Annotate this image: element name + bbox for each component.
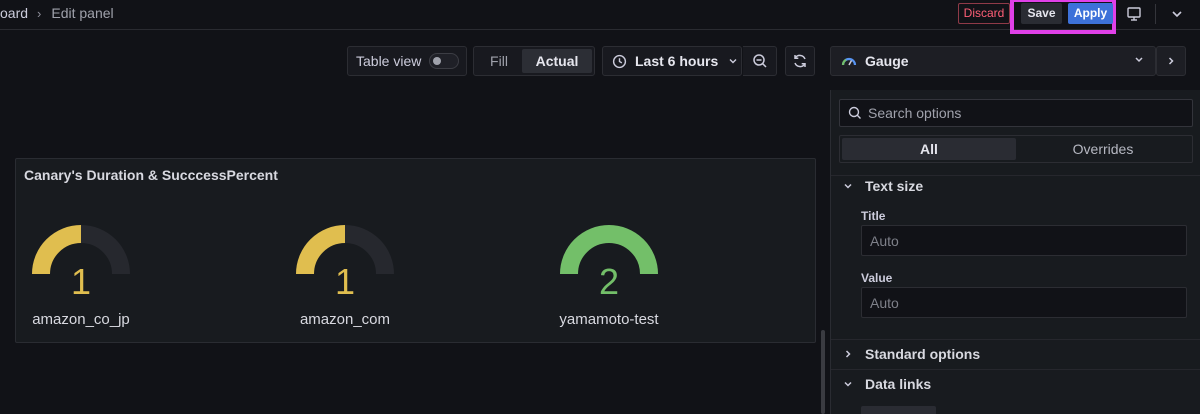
gauge-label: amazon_com	[299, 311, 391, 328]
fill-actual-segmented-control: Fill Actual	[473, 46, 595, 76]
tab-all[interactable]: All	[842, 138, 1016, 160]
chevron-right-icon: ›	[37, 5, 42, 21]
breadcrumb: oard › Edit panel	[0, 5, 114, 21]
panel-preview: Canary's Duration & SucccessPercent 1 am…	[15, 158, 816, 343]
value-field-label: Value	[861, 271, 893, 285]
gauge-amazon-co-jp: 1 amazon_co_jp	[31, 219, 151, 329]
time-range-label: Last 6 hours	[635, 53, 719, 69]
section-data-links[interactable]: Data links	[841, 376, 931, 392]
refresh-button[interactable]	[785, 46, 815, 76]
time-range-picker[interactable]: Last 6 hours	[602, 46, 742, 76]
chevron-down-icon	[844, 183, 852, 189]
chevron-down-icon	[1135, 57, 1143, 63]
discard-button[interactable]: Discard	[958, 3, 1010, 24]
search-icon	[848, 106, 861, 119]
gauge-amazon-com: 1 amazon_com	[295, 219, 415, 329]
gauge-icon	[841, 57, 857, 66]
tab-overrides[interactable]: Overrides	[1016, 138, 1190, 160]
panel-title: Canary's Duration & SucccessPercent	[24, 167, 278, 183]
section-title: Data links	[865, 376, 932, 392]
visualization-type-label: Gauge	[865, 53, 909, 69]
apply-button[interactable]: Apply	[1068, 3, 1113, 24]
title-size-placeholder: Auto	[870, 232, 899, 249]
fill-option[interactable]: Fill	[476, 49, 522, 73]
gauge-value: 1	[70, 261, 92, 302]
collapse-options-button[interactable]	[1156, 46, 1186, 76]
section-title: Text size	[865, 178, 924, 194]
options-tabs: All Overrides	[839, 135, 1193, 163]
section-title: Standard options	[865, 346, 981, 362]
gauge-yamamoto-test: 2 yamamoto-test	[559, 219, 679, 329]
title-field-label: Title	[861, 209, 886, 223]
chevron-down-icon	[729, 59, 737, 64]
actual-option[interactable]: Actual	[522, 49, 592, 73]
chevron-down-icon[interactable]	[1167, 4, 1187, 24]
save-button[interactable]: Save	[1021, 3, 1062, 24]
table-view-switch[interactable]	[429, 53, 460, 69]
zoom-out-button[interactable]	[743, 46, 777, 76]
clock-icon	[612, 54, 627, 68]
switch-knob	[433, 57, 442, 65]
top-bar: oard › Edit panel Discard Save Apply	[0, 0, 1200, 34]
table-view-label: Table view	[356, 53, 422, 69]
refresh-icon	[794, 54, 806, 68]
divider	[831, 339, 1200, 340]
zoom-out-icon	[752, 54, 767, 68]
kiosk-monitor-icon[interactable]	[1124, 4, 1144, 24]
gauge-value: 2	[598, 261, 620, 302]
search-options-input[interactable]: Search options	[839, 99, 1193, 127]
title-size-input[interactable]: Auto	[861, 225, 1187, 256]
chevron-right-icon	[1168, 57, 1174, 65]
section-text-size[interactable]: Text size	[841, 178, 923, 194]
value-size-placeholder: Auto	[870, 294, 899, 311]
add-link-button[interactable]	[861, 406, 936, 414]
section-standard-options[interactable]: Standard options	[841, 346, 980, 362]
value-size-input[interactable]: Auto	[861, 287, 1187, 318]
breadcrumb-dashboard[interactable]: oard	[0, 5, 28, 21]
gauge-value: 1	[334, 261, 356, 302]
gauge-label: yamamoto-test	[559, 311, 659, 328]
breadcrumb-edit-panel: Edit panel	[51, 5, 114, 21]
gauge-label: amazon_co_jp	[32, 311, 130, 328]
scrollbar[interactable]	[821, 330, 825, 414]
divider	[831, 175, 1200, 176]
search-placeholder: Search options	[868, 105, 962, 121]
visualization-picker[interactable]: Gauge	[830, 46, 1156, 76]
toolbar-divider	[1155, 4, 1156, 24]
chevron-down-icon	[844, 381, 852, 387]
table-view-toggle[interactable]: Table view	[347, 46, 467, 76]
options-pane: Search options All Overrides Text size T…	[830, 90, 1200, 414]
divider	[831, 369, 1200, 370]
chevron-right-icon	[845, 350, 851, 358]
